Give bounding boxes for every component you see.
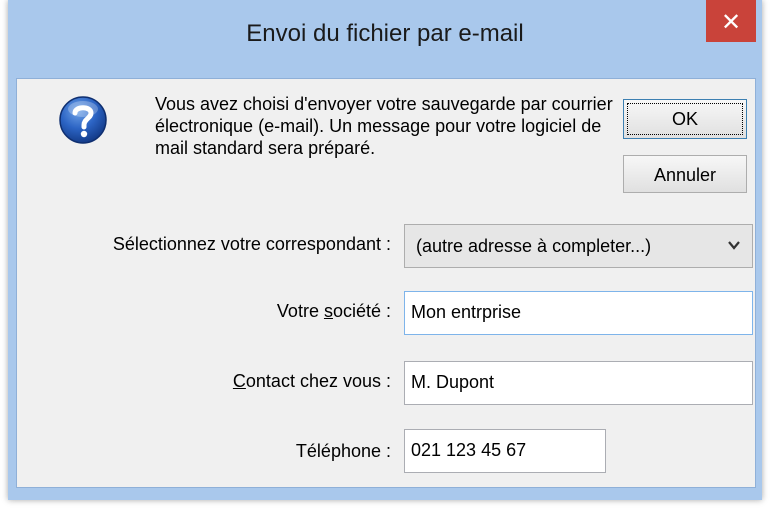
correspondent-select[interactable]: (autre adresse à completer...): [404, 224, 753, 268]
company-label-accesskey: s: [323, 301, 333, 321]
dialog-title: Envoi du fichier par e-mail: [246, 20, 524, 47]
close-icon: ✕: [720, 8, 742, 36]
contact-label: Contact chez vous :: [233, 371, 391, 392]
correspondent-select-value: (autre adresse à completer...): [416, 236, 652, 256]
contact-label-suffix: ontact chez vous :: [245, 371, 391, 391]
chevron-down-icon: [728, 241, 740, 250]
dialog-message: Vous avez choisi d'envoyer votre sauvega…: [155, 94, 613, 158]
question-icon: [59, 96, 107, 144]
contact-field[interactable]: M. Dupont: [404, 361, 753, 405]
company-label: Votre société :: [277, 301, 391, 322]
company-label-suffix: ociété :: [332, 301, 391, 321]
focus-rectangle: [627, 103, 743, 135]
contact-field-value: M. Dupont: [411, 372, 495, 392]
cancel-button[interactable]: Annuler: [623, 155, 747, 193]
phone-label: Téléphone :: [295, 441, 391, 461]
company-field[interactable]: Mon entrprise: [404, 291, 753, 335]
company-label-prefix: Votre: [276, 301, 324, 321]
correspondent-label: Sélectionnez votre correspondant :: [112, 234, 391, 254]
title-bar[interactable]: Envoi du fichier par e-mail ✕: [8, 0, 762, 78]
contact-label-accesskey: C: [232, 371, 246, 391]
dialog-body: Vous avez choisi d'envoyer votre sauvega…: [16, 78, 756, 488]
phone-field-value: 021 123 45 67: [411, 440, 527, 460]
phone-field[interactable]: 021 123 45 67: [404, 429, 606, 473]
cancel-button-label: Annuler: [653, 165, 717, 185]
ok-button[interactable]: OK: [623, 99, 747, 139]
company-field-value: Mon entrprise: [411, 302, 522, 322]
dialog-window: Envoi du fichier par e-mail ✕ Vous avez …: [8, 0, 762, 500]
close-button[interactable]: ✕: [706, 0, 756, 42]
